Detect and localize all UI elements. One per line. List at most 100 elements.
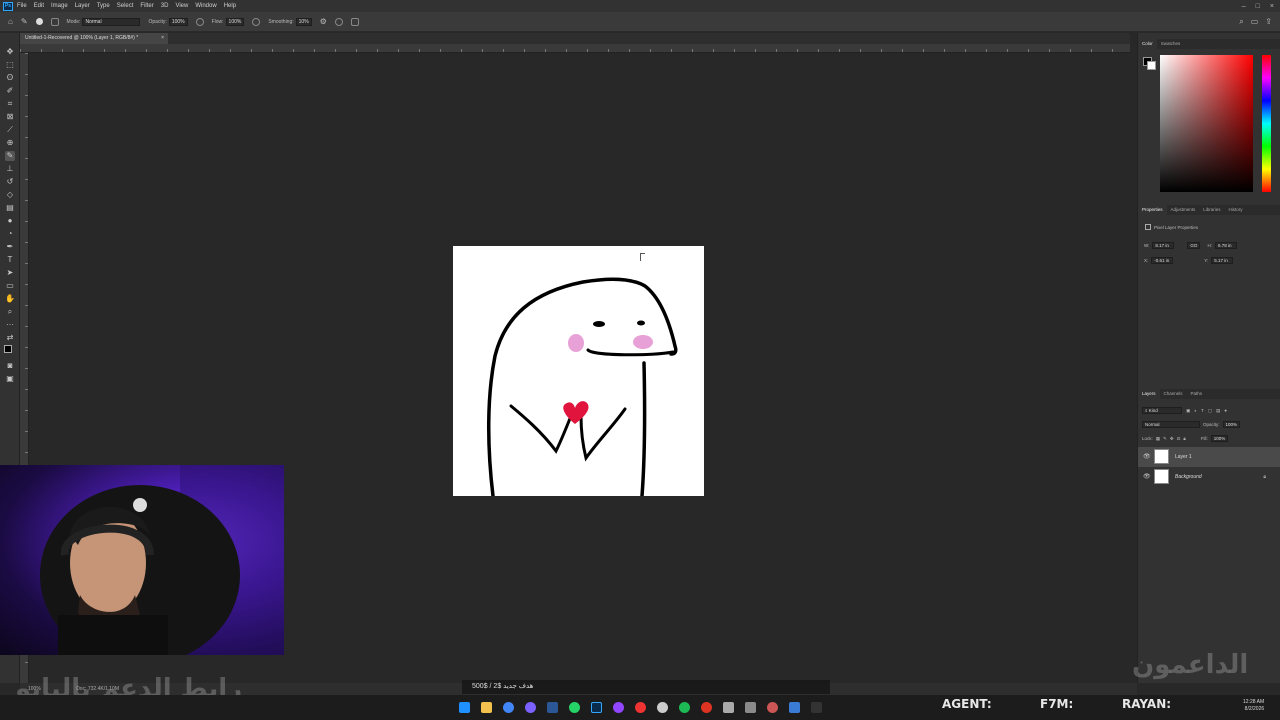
screen-mode-icon[interactable]: ▣ (5, 374, 15, 384)
gear-icon[interactable]: ⚙ (320, 17, 327, 26)
lock-all-icon[interactable]: 🔒︎ (1183, 436, 1185, 441)
share-icon[interactable]: ⇪ (1265, 17, 1272, 27)
file-explorer-icon[interactable] (481, 702, 492, 713)
gradient-tool-icon[interactable]: ▤ (5, 203, 15, 213)
obs-icon[interactable] (657, 702, 668, 713)
tab-adjustments[interactable]: Adjustments (1167, 205, 1200, 215)
app-icon-2[interactable] (635, 702, 646, 713)
lock-transparent-icon[interactable]: ▦ (1156, 436, 1160, 442)
frame-tool-icon[interactable]: ⊠ (5, 112, 15, 122)
brush-tool-icon[interactable]: ✎ (21, 17, 28, 26)
app-icon-5[interactable] (745, 702, 756, 713)
blur-tool-icon[interactable]: ● (5, 216, 15, 226)
filter-pixel-icon[interactable]: ▣ (1186, 408, 1190, 414)
brush-preset-picker[interactable] (35, 18, 43, 25)
tab-swatches[interactable]: Swatches (1157, 39, 1185, 49)
menu-layer[interactable]: Layer (75, 3, 90, 9)
healing-brush-tool-icon[interactable]: ⊕ (5, 138, 15, 148)
foreground-color-swatch[interactable] (4, 345, 12, 353)
filter-toggle-icon[interactable]: ● (1224, 408, 1227, 413)
close-tab-icon[interactable]: × (161, 33, 164, 44)
menu-3d[interactable]: 3D (161, 3, 169, 9)
blend-mode-select[interactable]: Normal (1142, 421, 1200, 428)
menu-filter[interactable]: Filter (140, 3, 153, 9)
lock-artboard-icon[interactable]: ⊡ (1177, 436, 1181, 442)
color-picker-field[interactable] (1160, 55, 1253, 192)
type-tool-icon[interactable]: T (5, 255, 15, 265)
menu-help[interactable]: Help (224, 3, 236, 9)
tab-history[interactable]: History (1225, 205, 1247, 215)
eraser-tool-icon[interactable]: ◇ (5, 190, 15, 200)
tab-paths[interactable]: Paths (1187, 389, 1207, 399)
minimize-icon[interactable]: – (1242, 3, 1246, 10)
x-field[interactable]: -0.61 in (1151, 257, 1174, 264)
filter-shape-icon[interactable]: ▢ (1208, 408, 1212, 414)
quick-mask-icon[interactable]: ◙ (5, 361, 15, 371)
menu-file[interactable]: File (17, 3, 27, 9)
path-select-tool-icon[interactable]: ➤ (5, 268, 15, 278)
photoshop-taskbar-icon[interactable] (591, 702, 602, 713)
app-icon-4[interactable] (723, 702, 734, 713)
history-brush-tool-icon[interactable]: ↺ (5, 177, 15, 187)
panel-background-swatch[interactable] (1147, 61, 1156, 70)
marquee-tool-icon[interactable]: ⬚ (5, 60, 15, 70)
zoom-tool-icon[interactable]: ⌕ (5, 307, 15, 317)
layer-row-background[interactable]: 👁︎ Background 🔒︎ (1138, 467, 1280, 487)
menu-select[interactable]: Select (117, 3, 134, 9)
document-canvas[interactable] (453, 246, 704, 498)
menu-image[interactable]: Image (51, 3, 68, 9)
airbrush-icon[interactable] (252, 17, 261, 26)
steam-icon[interactable] (547, 702, 558, 713)
menu-view[interactable]: View (175, 3, 188, 9)
app-icon-8[interactable] (811, 702, 822, 713)
search-icon[interactable]: ⌕ (1239, 17, 1243, 27)
lasso-tool-icon[interactable]: ʘ (5, 73, 15, 83)
menu-edit[interactable]: Edit (34, 3, 44, 9)
w-field[interactable]: 8.17 in (1152, 242, 1175, 249)
dodge-tool-icon[interactable]: ◔ (5, 229, 15, 239)
twitch-icon[interactable] (613, 702, 624, 713)
brush-tool-icon[interactable]: ✎ (5, 151, 15, 161)
shape-tool-icon[interactable]: ▭ (5, 281, 15, 291)
smoothing-field[interactable]: 10% (295, 17, 312, 26)
link-dimensions-button[interactable]: GO (1187, 242, 1201, 249)
lock-position-icon[interactable]: ✥ (1170, 436, 1174, 442)
workspace-icon[interactable]: ▭ (1251, 17, 1259, 27)
fill-field[interactable]: 100% (1210, 435, 1229, 442)
home-icon[interactable]: ⌂ (8, 17, 13, 26)
layer-row-layer-1[interactable]: 👁︎ Layer 1 (1138, 447, 1280, 467)
app-icon-6[interactable] (767, 702, 778, 713)
h-field[interactable]: 6.78 in (1214, 242, 1237, 249)
mode-select[interactable]: Normal (82, 17, 141, 26)
tab-channels[interactable]: Channels (1160, 389, 1187, 399)
y-field[interactable]: 5.17 in (1211, 257, 1234, 264)
kind-filter-select[interactable]: ⌕ Kind (1142, 407, 1182, 414)
filter-smart-icon[interactable]: ▤ (1216, 408, 1220, 414)
spotify-icon[interactable] (679, 702, 690, 713)
chrome-icon[interactable] (503, 702, 514, 713)
filter-adjust-icon[interactable]: ◐ (1194, 408, 1197, 413)
pen-tool-icon[interactable]: ✒ (5, 242, 15, 252)
windows-start-icon[interactable] (459, 702, 470, 713)
move-tool-icon[interactable]: ✥ (5, 47, 15, 57)
more-tools-icon[interactable]: ··· (5, 320, 15, 330)
menu-type[interactable]: Type (97, 3, 110, 9)
lock-image-icon[interactable]: ✎ (1163, 436, 1167, 442)
swap-colors-icon[interactable]: ⇄ (5, 333, 15, 343)
eye-icon[interactable]: 👁︎ (1143, 447, 1151, 467)
app-icon-7[interactable] (789, 702, 800, 713)
pressure-opacity-icon[interactable] (195, 17, 204, 26)
layer-opacity-field[interactable]: 100% (1222, 421, 1241, 428)
hand-tool-icon[interactable]: ✋ (5, 294, 15, 304)
whatsapp-icon[interactable] (569, 702, 580, 713)
hue-slider[interactable] (1262, 55, 1271, 192)
crop-tool-icon[interactable]: ⌗ (5, 99, 15, 109)
tab-properties[interactable]: Properties (1138, 205, 1167, 215)
maximize-icon[interactable]: □ (1256, 3, 1260, 10)
tab-layers[interactable]: Layers (1138, 389, 1160, 399)
close-icon[interactable]: × (1270, 3, 1274, 10)
brush-settings-icon[interactable] (50, 17, 59, 26)
taskbar-clock[interactable]: 12:28 AM 8/2/2026 (1243, 699, 1264, 713)
tab-libraries[interactable]: Libraries (1199, 205, 1224, 215)
clone-stamp-tool-icon[interactable]: ⊥ (5, 164, 15, 174)
